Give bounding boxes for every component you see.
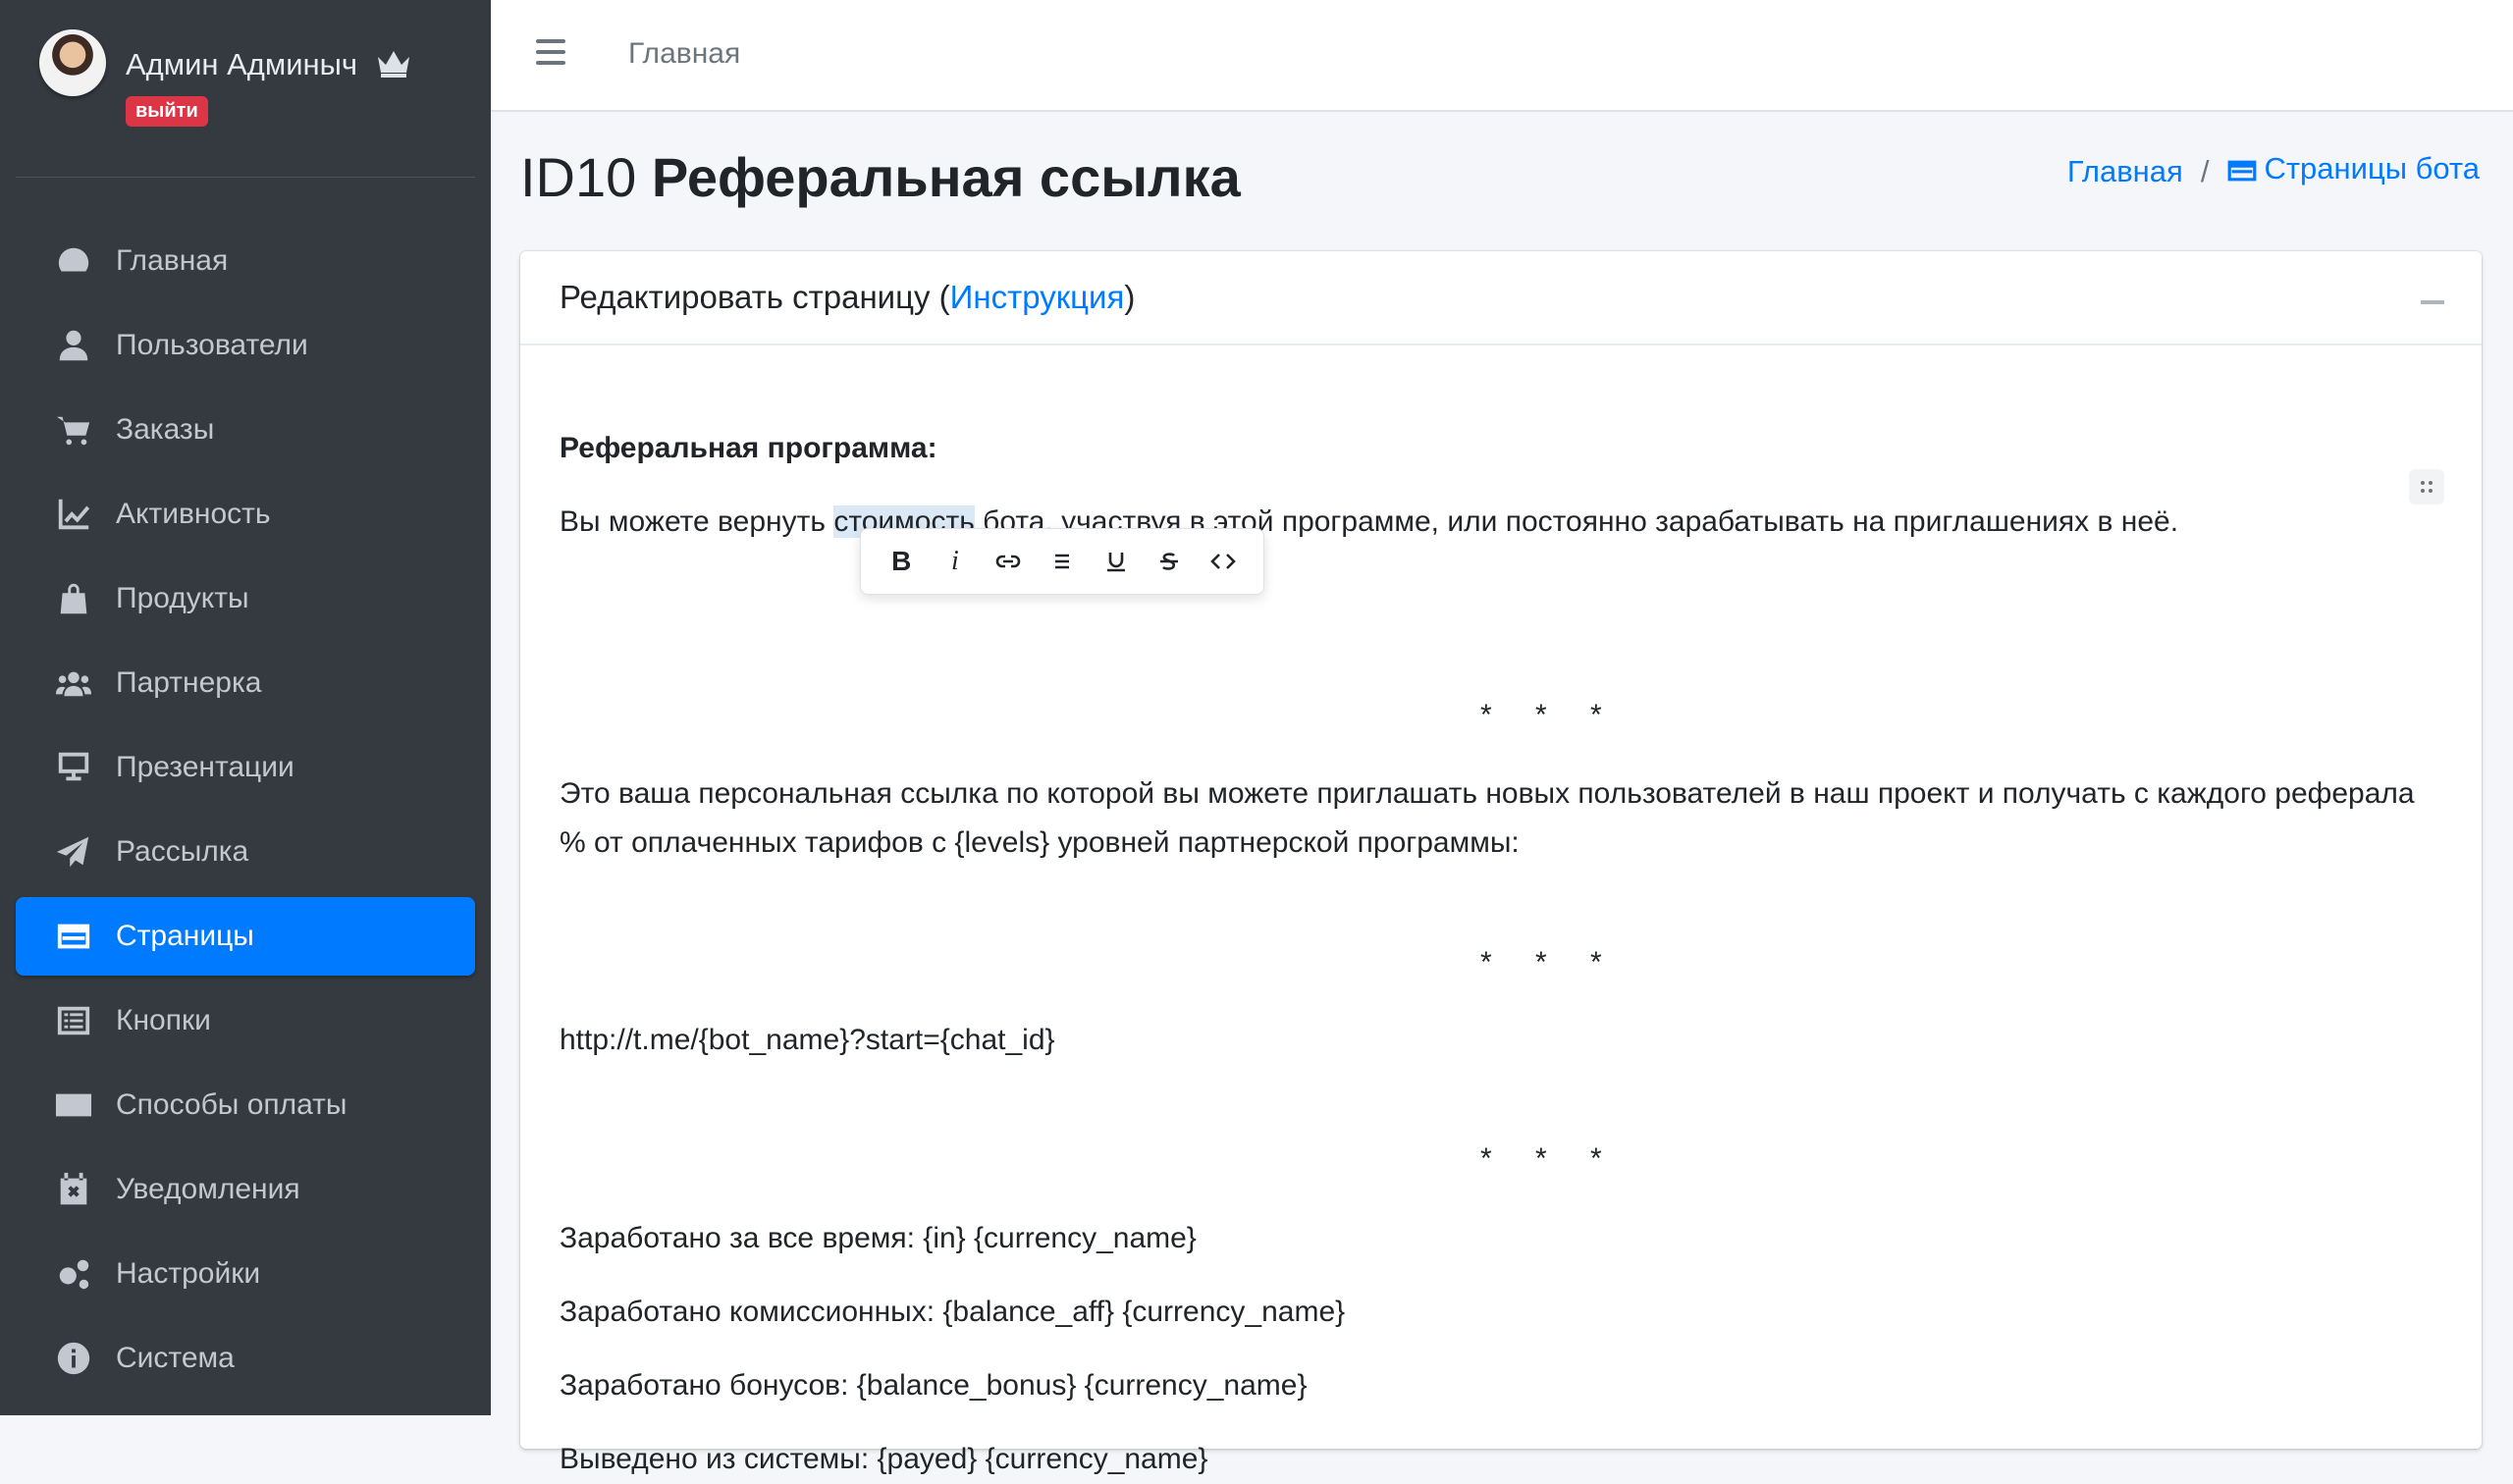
topbar-home-link[interactable]: Главная	[628, 37, 740, 71]
sidebar-item-label: Заказы	[116, 413, 215, 446]
separator: * * *	[1480, 699, 1620, 731]
bag-icon	[53, 578, 94, 619]
sidebar-item-label: Рассылка	[116, 835, 249, 868]
instruction-link[interactable]: Инструкция	[950, 279, 1125, 315]
sidebar-item-label: Способы оплаты	[116, 1088, 348, 1121]
crown-icon	[374, 47, 413, 86]
separator: * * *	[1480, 946, 1620, 979]
sidebar-item-payment-methods[interactable]: Способы оплаты	[16, 1066, 475, 1144]
card-header: Редактировать страницу (Инструкция)	[520, 251, 2482, 345]
editor-paragraph: Вы можете вернуть стоимость бота, участв…	[560, 505, 2179, 538]
paper-plane-icon	[53, 831, 94, 873]
underline-icon[interactable]	[1095, 540, 1138, 583]
editor-paragraph: Заработано за все время: {in} {currency_…	[560, 1222, 1197, 1254]
sidebar-item-label: Страницы	[116, 920, 254, 952]
sidebar-item-label: Продукты	[116, 582, 249, 614]
sidebar-item-orders[interactable]: Заказы	[16, 391, 475, 469]
italic-button[interactable]: i	[934, 540, 977, 583]
sidebar-item-home[interactable]: Главная	[16, 222, 475, 300]
editor-paragraph: Выведено из системы: {payed} {currency_n…	[560, 1443, 1208, 1475]
topbar: Главная	[491, 0, 2513, 112]
edit-page-card: Редактировать страницу (Инструкция) Рефе…	[520, 251, 2482, 1475]
sidebar-item-presentations[interactable]: Презентации	[16, 728, 475, 807]
money-check-icon	[53, 1085, 94, 1126]
sidebar-item-partners[interactable]: Партнерка	[16, 644, 475, 722]
sidebar-item-buttons[interactable]: Кнопки	[16, 981, 475, 1060]
editor-paragraph: % от оплаченных тарифов с {levels} уровн…	[560, 826, 1520, 859]
breadcrumb-separator: /	[2200, 153, 2210, 188]
editor-heading: Реферальная программа:	[560, 432, 937, 464]
breadcrumb: Главная / Страницы бота	[2067, 151, 2480, 191]
collapse-icon[interactable]	[2421, 300, 2444, 304]
page-title-text: Реферальная ссылка	[651, 146, 1241, 208]
sidebar-item-label: Кнопки	[116, 1004, 211, 1036]
users-icon	[53, 662, 94, 704]
sidebar-item-mailing[interactable]: Рассылка	[16, 813, 475, 891]
breadcrumb-current[interactable]: Страницы бота	[2226, 151, 2480, 191]
sidebar-item-activity[interactable]: Активность	[16, 475, 475, 554]
list-icon[interactable]	[1041, 540, 1084, 583]
sidebar-item-system[interactable]: Система	[16, 1319, 475, 1398]
drag-handle-icon[interactable]	[2409, 469, 2444, 504]
sidebar-nav: Главная Пользователи Заказы Активность П…	[16, 222, 475, 1404]
editor-paragraph: Заработано бонусов: {balance_bonus} {cur…	[560, 1369, 1308, 1402]
user-panel: Админ Админыч выйти	[39, 27, 471, 145]
sidebar-divider	[16, 177, 475, 178]
window-icon	[53, 916, 94, 957]
user-icon	[53, 325, 94, 366]
menu-toggle-icon[interactable]	[536, 39, 565, 65]
sidebar-item-label: Пользователи	[116, 329, 308, 361]
sidebar-item-products[interactable]: Продукты	[16, 559, 475, 638]
separator: * * *	[1480, 1142, 1620, 1175]
code-icon[interactable]	[1202, 540, 1245, 583]
sidebar-item-label: Партнерка	[116, 666, 262, 699]
sidebar-item-settings[interactable]: Настройки	[16, 1235, 475, 1313]
logout-button[interactable]: выйти	[126, 96, 208, 127]
sidebar-item-label: Система	[116, 1342, 235, 1374]
sidebar-item-pages[interactable]: Страницы	[16, 897, 475, 976]
card-title: Редактировать страницу (Инструкция)	[560, 279, 1136, 315]
sidebar-item-label: Уведомления	[116, 1173, 300, 1205]
strikethrough-icon[interactable]	[1148, 540, 1191, 583]
chart-line-icon	[53, 494, 94, 535]
bold-button[interactable]: B	[880, 540, 923, 583]
sidebar-item-users[interactable]: Пользователи	[16, 306, 475, 385]
cogs-icon	[53, 1253, 94, 1295]
user-name[interactable]: Админ Админыч	[126, 47, 413, 86]
editor-paragraph: Заработано комиссионных: {balance_aff} {…	[560, 1296, 1346, 1328]
presentation-icon	[53, 747, 94, 788]
cart-icon	[53, 409, 94, 450]
window-icon	[2226, 156, 2258, 191]
sidebar-item-label: Настройки	[116, 1257, 261, 1290]
calendar-x-icon	[53, 1169, 94, 1210]
editor-paragraph: Это ваша персональная ссылка по которой …	[560, 777, 2415, 810]
sidebar-item-label: Презентации	[116, 751, 294, 783]
sidebar-item-notifications[interactable]: Уведомления	[16, 1150, 475, 1229]
list-icon	[53, 1000, 94, 1041]
sidebar: Админ Админыч выйти Главная Пользователи…	[0, 0, 491, 1415]
format-toolbar: B i	[860, 528, 1264, 595]
tachometer-icon	[53, 240, 94, 282]
link-icon[interactable]	[987, 540, 1030, 583]
editor-paragraph: http://t.me/{bot_name}?start={chat_id}	[560, 1024, 1055, 1056]
sidebar-item-label: Активность	[116, 498, 271, 530]
info-icon	[53, 1338, 94, 1379]
sidebar-item-label: Главная	[116, 244, 229, 277]
page-title: ID10 Реферальная ссылка	[520, 145, 1241, 209]
breadcrumb-home[interactable]: Главная	[2067, 154, 2183, 189]
page-id: ID10	[520, 146, 637, 208]
avatar[interactable]	[39, 29, 106, 96]
